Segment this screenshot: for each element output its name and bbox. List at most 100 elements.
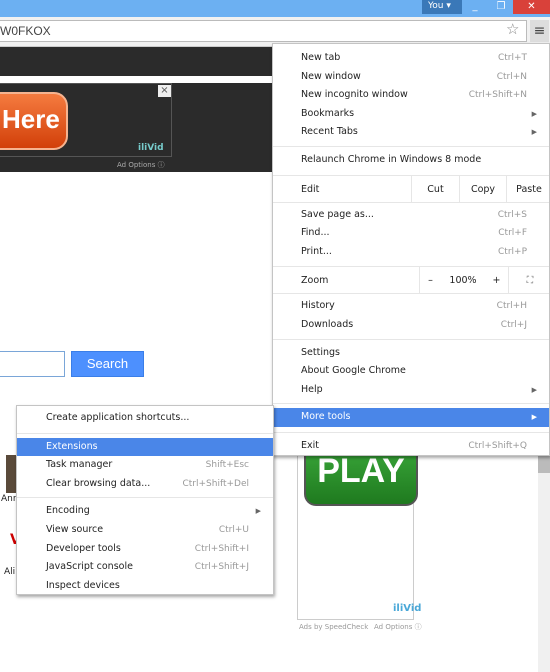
menu-item-view-source[interactable]: View source Ctrl+U	[17, 521, 273, 540]
shortcut-label: Ctrl+Shift+I	[194, 543, 249, 554]
shortcut-label: Ctrl+T	[497, 53, 527, 63]
menu-item-label: Recent Tabs	[301, 126, 358, 138]
menu-item-create-shortcuts[interactable]: Create application shortcuts...	[17, 409, 273, 428]
search-button[interactable]: Search	[71, 351, 144, 377]
zoom-row: Zoom – 100% + ⛶	[273, 266, 550, 295]
copy-button[interactable]: Copy	[459, 175, 506, 203]
menu-item-history[interactable]: History Ctrl+H	[273, 297, 549, 316]
menu-item-clear-browsing-data[interactable]: Clear browsing data... Ctrl+Shift+Del	[17, 475, 273, 494]
menu-item-label: History	[301, 300, 335, 312]
menu-item-label: Exit	[301, 439, 319, 451]
menu-item-new-window[interactable]: New window Ctrl+N	[273, 68, 549, 87]
menu-item-javascript-console[interactable]: JavaScript console Ctrl+Shift+J	[17, 558, 273, 577]
restore-button[interactable]: ❐	[488, 0, 514, 14]
shortcut-label: Ctrl+P	[498, 246, 527, 257]
menu-item-new-tab[interactable]: New tab Ctrl+T	[273, 49, 549, 68]
paste-button[interactable]: Paste	[506, 175, 550, 203]
menu-item-label: Downloads	[301, 318, 354, 330]
profile-name: You	[428, 1, 444, 11]
ad-logo: iliVid	[138, 143, 164, 153]
menu-item-label: Inspect devices	[46, 579, 120, 591]
address-bar[interactable]: W0FKOX	[0, 20, 527, 42]
banner-ad: Here × iliVid Ad Options ⓘ	[0, 83, 272, 172]
menu-item-print[interactable]: Print... Ctrl+P	[273, 243, 549, 262]
menu-item-recent-tabs[interactable]: Recent Tabs ▶	[273, 123, 549, 142]
shortcut-label: Ctrl+Shift+Q	[468, 440, 527, 451]
menu-item-label: Print...	[301, 245, 332, 257]
menu-item-label: New tab	[301, 52, 341, 63]
menu-item-extensions[interactable]: Extensions	[17, 437, 273, 457]
submenu-arrow-icon: ▶	[531, 128, 537, 137]
shortcut-label: Ctrl+N	[496, 71, 527, 82]
close-button[interactable]: ✕	[513, 0, 550, 14]
menu-item-developer-tools[interactable]: Developer tools Ctrl+Shift+I	[17, 540, 273, 559]
shortcut-label: Ctrl+J	[500, 319, 527, 330]
ad-frame: Here × iliVid	[0, 83, 172, 157]
zoom-out-button[interactable]: –	[419, 267, 441, 295]
menu-item-help[interactable]: Help ▶	[273, 381, 549, 400]
shortcut-label: Ctrl+H	[496, 301, 527, 312]
menu-item-label: Developer tools	[46, 542, 121, 554]
hamburger-icon: ≡	[533, 23, 546, 39]
title-bar: You ▾ _ ❐ ✕	[0, 0, 550, 17]
page-header-band	[0, 47, 272, 76]
menu-item-label: Find...	[301, 227, 330, 239]
menu-item-label: Extensions	[46, 440, 98, 452]
ads-by-label: Ads by SpeedCheck	[299, 623, 369, 631]
scrollbar-thumb[interactable]	[538, 456, 550, 473]
menu-item-save-page[interactable]: Save page as... Ctrl+S	[273, 206, 549, 225]
menu-item-label: JavaScript console	[46, 561, 133, 573]
menu-item-settings[interactable]: Settings	[273, 344, 549, 363]
profile-button[interactable]: You ▾	[422, 0, 462, 14]
menu-item-label: New incognito window	[301, 89, 408, 101]
menu-item-label: View source	[46, 523, 104, 535]
menu-item-label: Task manager	[46, 459, 113, 471]
edit-row: Edit Cut Copy Paste	[273, 174, 550, 203]
menu-item-relaunch-windows8[interactable]: Relaunch Chrome in Windows 8 mode	[273, 151, 549, 170]
menu-item-encoding[interactable]: Encoding ▶	[17, 502, 273, 521]
submenu-arrow-icon: ▶	[531, 385, 537, 394]
ad-options-link[interactable]: Ad Options ⓘ	[374, 622, 422, 632]
edit-label: Edit	[301, 183, 320, 195]
menu-item-bookmarks[interactable]: Bookmarks ▶	[273, 105, 549, 124]
shortcut-label: Ctrl+U	[218, 524, 249, 535]
chrome-menu-button[interactable]: ≡	[530, 20, 549, 42]
thumbnail-caption[interactable]: Ali	[4, 567, 15, 577]
menu-item-new-incognito-window[interactable]: New incognito window Ctrl+Shift+N	[273, 86, 549, 105]
shortcut-label: Ctrl+Shift+J	[194, 562, 249, 573]
menu-item-label: Create application shortcuts...	[46, 412, 190, 423]
shortcut-label: Shift+Esc	[205, 460, 249, 471]
zoom-label: Zoom	[301, 275, 329, 287]
shortcut-label: Ctrl+F	[498, 228, 527, 239]
menu-item-label: Help	[301, 383, 323, 395]
ad-close-icon[interactable]: ×	[158, 85, 171, 97]
submenu-arrow-icon: ▶	[531, 413, 537, 422]
play-ad: PLAY iliVid	[297, 440, 421, 620]
menu-item-exit[interactable]: Exit Ctrl+Shift+Q	[273, 437, 549, 456]
zoom-in-button[interactable]: +	[485, 267, 508, 294]
zoom-level: 100%	[449, 275, 477, 287]
star-icon[interactable]: ☆	[506, 20, 519, 38]
menu-item-find[interactable]: Find... Ctrl+F	[273, 224, 549, 243]
search-input[interactable]	[0, 351, 65, 377]
menu-item-more-tools[interactable]: More tools ▶	[273, 408, 549, 427]
menu-item-label: More tools	[301, 411, 351, 423]
ad-logo: iliVid	[393, 603, 422, 614]
menu-item-label: Clear browsing data...	[46, 477, 151, 489]
menu-item-label: Bookmarks	[301, 107, 355, 119]
menu-item-label: Encoding	[46, 505, 90, 517]
ad-here-button[interactable]: Here	[0, 92, 68, 150]
menu-item-task-manager[interactable]: Task manager Shift+Esc	[17, 456, 273, 475]
fullscreen-icon[interactable]: ⛶	[508, 267, 550, 295]
menu-item-label: New window	[301, 70, 361, 82]
scrollbar[interactable]	[538, 456, 550, 672]
chrome-main-menu: New tab Ctrl+T New window Ctrl+N New incog…	[272, 43, 550, 456]
more-tools-submenu: Create application shortcuts... Extensio…	[16, 405, 274, 595]
ad-options-link[interactable]: Ad Options ⓘ	[117, 160, 165, 170]
menu-item-downloads[interactable]: Downloads Ctrl+J	[273, 316, 549, 335]
minimize-button[interactable]: _	[462, 0, 488, 14]
submenu-arrow-icon: ▶	[255, 507, 261, 516]
cut-button[interactable]: Cut	[411, 175, 459, 203]
menu-item-inspect-devices[interactable]: Inspect devices	[17, 577, 273, 596]
menu-item-about-chrome[interactable]: About Google Chrome	[273, 362, 549, 381]
